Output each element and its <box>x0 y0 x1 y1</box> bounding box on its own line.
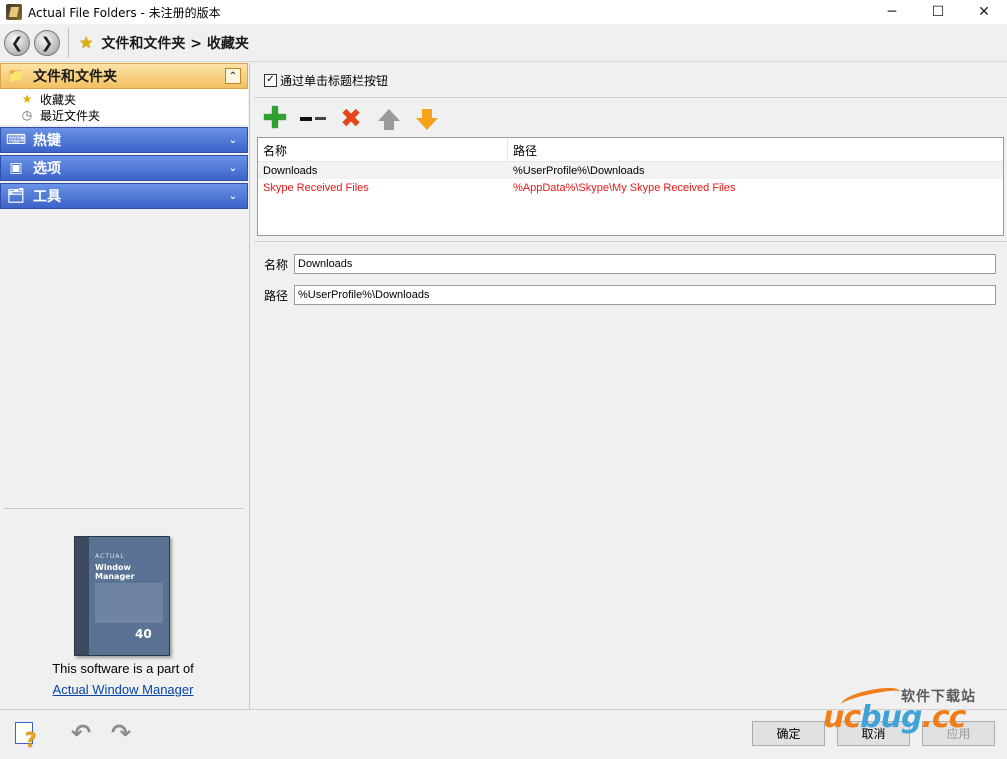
collapse-icon[interactable]: ⌃ <box>225 68 241 84</box>
list-toolbar: ✚ ✖ <box>258 101 448 136</box>
cell-name: Skype Received Files <box>263 181 369 194</box>
ok-button[interactable]: 确定 <box>752 721 825 746</box>
sidebar-item-label: 收藏夹 <box>40 92 77 107</box>
move-up-button[interactable] <box>372 105 406 133</box>
folder-icon: 📁 <box>7 68 25 84</box>
column-header-path[interactable]: 路径 <box>508 138 1003 162</box>
window-controls: ─ ☐ ✕ <box>869 0 1007 24</box>
app-icon <box>6 4 22 20</box>
product-box-image[interactable]: ACTUAL Window Manager 40 <box>74 536 170 656</box>
path-field-row: 路径 <box>264 285 996 305</box>
sidebar-item-recent-folders[interactable]: ◷ 最近文件夹 <box>20 107 248 123</box>
help-icon[interactable]: ? <box>13 720 41 752</box>
box-title: Window Manager <box>95 563 135 581</box>
list-header: 名称 路径 <box>258 138 1003 162</box>
separator <box>254 241 1007 242</box>
window-title: Actual File Folders - 未注册的版本 <box>28 5 221 20</box>
breadcrumb: 文件和文件夹 > 收藏夹 <box>101 35 249 52</box>
separator <box>254 97 1007 98</box>
ad-text: This software is a part of <box>52 661 194 676</box>
table-row[interactable]: Skype Received Files %AppData%\Skype\My … <box>258 179 1003 196</box>
add-button[interactable]: ✚ <box>258 101 292 136</box>
tools-icon: 🗂 <box>7 188 25 204</box>
box-brand: ACTUAL <box>95 553 125 560</box>
cell-path: %AppData%\Skype\My Skype Received Files <box>513 181 736 194</box>
star-icon: ★ <box>79 33 94 52</box>
remove-icon <box>300 117 326 121</box>
titlebar-button-option[interactable]: ✓ 通过单击标题栏按钮 <box>264 71 388 89</box>
minimize-button[interactable]: ─ <box>869 0 915 24</box>
name-label: 名称 <box>264 257 289 272</box>
box-number: 40 <box>135 627 152 641</box>
add-icon: ✚ <box>262 101 288 136</box>
table-row[interactable]: Downloads %UserProfile%\Downloads <box>258 162 1003 179</box>
path-label: 路径 <box>264 288 289 303</box>
ad-separator <box>4 508 243 509</box>
move-down-icon <box>416 108 438 130</box>
star-icon: ★ <box>21 92 33 106</box>
sidebar: 📁 文件和文件夹 ⌃ ★ 收藏夹 ◷ 最近文件夹 ⌨ 热键 ⌄ ▣ 选项 ⌄ 🗂… <box>0 63 250 709</box>
forward-button[interactable]: ❯ <box>34 29 60 56</box>
back-button[interactable]: ❮ <box>4 29 30 56</box>
sidebar-section-items: ★ 收藏夹 ◷ 最近文件夹 <box>0 89 248 125</box>
name-field[interactable] <box>294 254 996 274</box>
move-up-icon <box>378 108 400 130</box>
sidebar-section-label: 热键 <box>33 133 61 149</box>
column-header-name[interactable]: 名称 <box>258 138 508 162</box>
sidebar-section-options[interactable]: ▣ 选项 ⌄ <box>0 155 248 181</box>
sidebar-section-hotkeys[interactable]: ⌨ 热键 ⌄ <box>0 127 248 153</box>
path-field[interactable] <box>294 285 996 305</box>
close-button[interactable]: ✕ <box>961 0 1007 24</box>
title-bar: Actual File Folders - 未注册的版本 ─ ☐ ✕ <box>0 0 1007 24</box>
checkbox-label: 通过单击标题栏按钮 <box>280 73 389 88</box>
sidebar-section-tools[interactable]: 🗂 工具 ⌄ <box>0 183 248 209</box>
move-down-button[interactable] <box>410 105 444 133</box>
watermark-logo: 软件下载站 ucbug.cc <box>823 683 1005 738</box>
clock-icon: ◷ <box>21 108 33 122</box>
cell-name: Downloads <box>263 164 318 177</box>
expand-icon[interactable]: ⌄ <box>225 188 241 204</box>
checkbox[interactable]: ✓ <box>264 73 277 87</box>
expand-icon[interactable]: ⌄ <box>225 132 241 148</box>
redo-icon[interactable]: ↷ <box>107 719 135 747</box>
nav-separator <box>68 27 69 58</box>
delete-button[interactable]: ✖ <box>334 105 368 133</box>
maximize-button[interactable]: ☐ <box>915 0 961 24</box>
sidebar-section-label: 文件和文件夹 <box>33 69 117 85</box>
keyboard-icon: ⌨ <box>5 132 27 148</box>
watermark-brand: ucbug.cc <box>823 700 966 735</box>
sidebar-item-favorites[interactable]: ★ 收藏夹 <box>20 91 248 107</box>
ad-link[interactable]: Actual Window Manager <box>0 682 246 697</box>
options-icon: ▣ <box>9 160 23 176</box>
main-panel: ✓ 通过单击标题栏按钮 ✚ ✖ 名称 路径 Downloads %UserPro… <box>254 63 1007 709</box>
expand-icon[interactable]: ⌄ <box>225 160 241 176</box>
favorites-list[interactable]: 名称 路径 Downloads %UserProfile%\Downloads … <box>257 137 1004 236</box>
sidebar-section-label: 工具 <box>33 189 61 205</box>
cell-path: %UserProfile%\Downloads <box>513 164 645 177</box>
remove-button[interactable] <box>296 105 330 133</box>
delete-icon: ✖ <box>340 104 362 134</box>
undo-icon[interactable]: ↶ <box>67 719 95 747</box>
sidebar-section-label: 选项 <box>33 161 61 177</box>
sidebar-section-files-folders[interactable]: 📁 文件和文件夹 ⌃ <box>0 63 248 89</box>
box-panel <box>95 583 163 623</box>
name-field-row: 名称 <box>264 254 996 274</box>
navigation-bar: ❮ ❯ ★ 文件和文件夹 > 收藏夹 <box>0 24 1007 62</box>
sidebar-item-label: 最近文件夹 <box>40 108 101 123</box>
